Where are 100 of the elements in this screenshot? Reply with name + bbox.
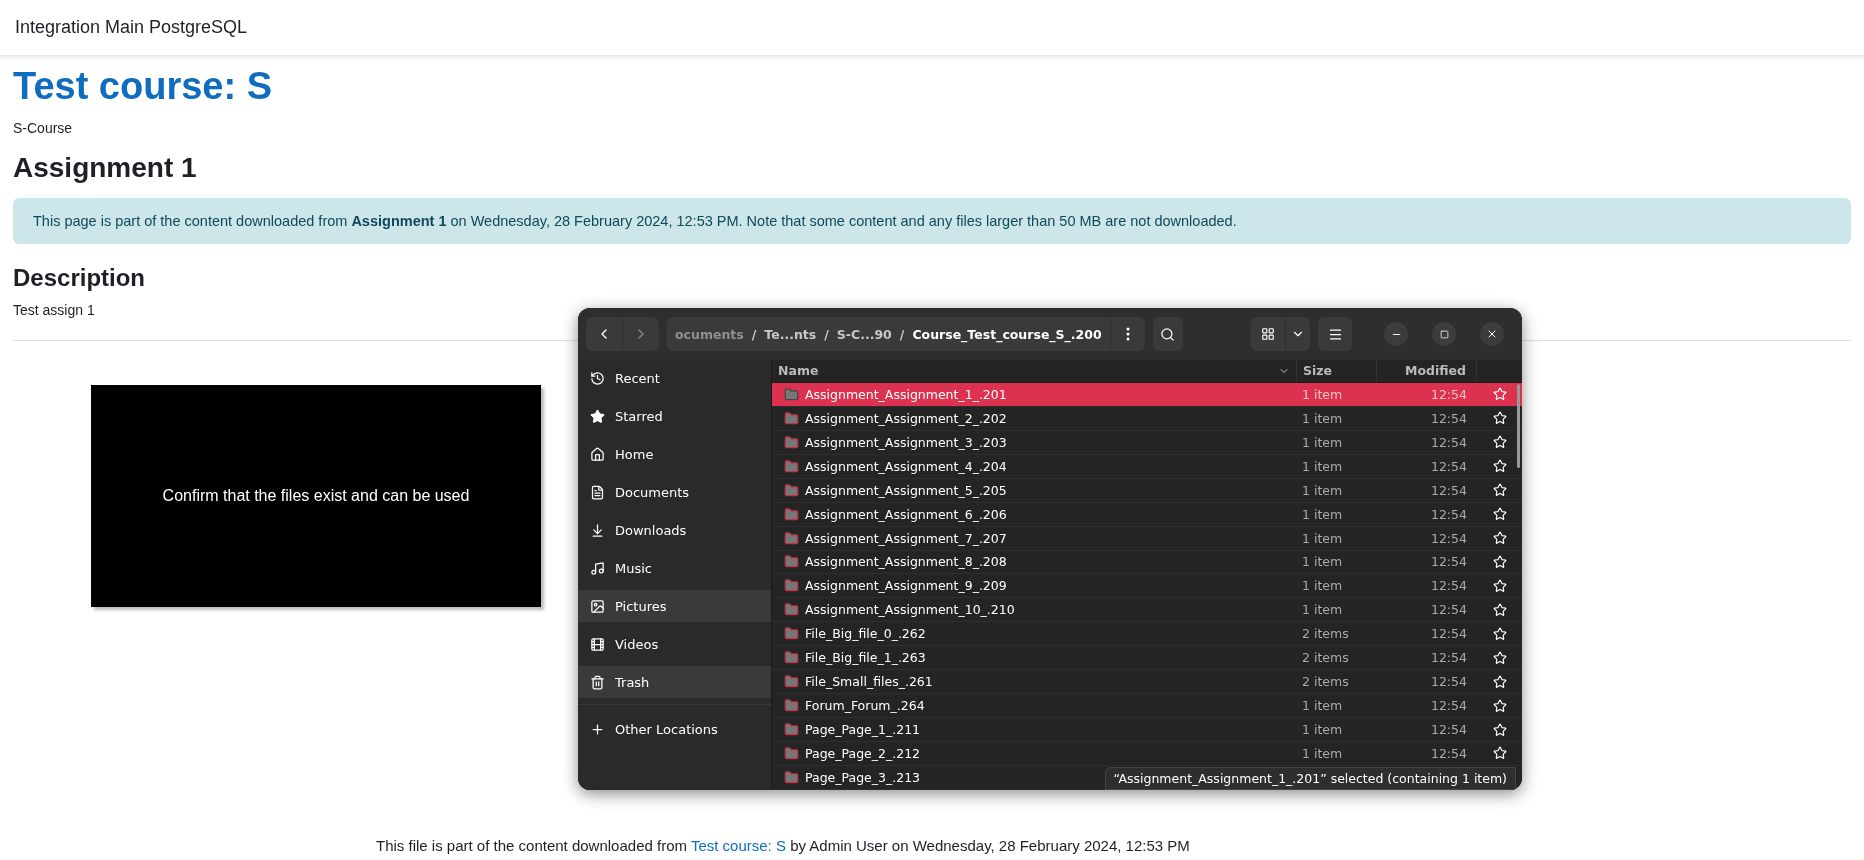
path-crumb[interactable]: S-C...90 bbox=[836, 326, 892, 342]
folder-icon bbox=[784, 650, 799, 666]
star-icon[interactable] bbox=[1492, 435, 1507, 450]
file-size: 1 item bbox=[1301, 602, 1344, 618]
file-row[interactable]: File_Big_file_1_.263 2 items 12:54 bbox=[772, 646, 1522, 671]
star-icon[interactable] bbox=[1492, 483, 1507, 498]
star-icon[interactable] bbox=[1492, 411, 1507, 426]
folder-icon bbox=[784, 698, 799, 714]
course-link[interactable]: Test course: S bbox=[690, 837, 786, 854]
back-button[interactable] bbox=[586, 317, 622, 351]
trash-icon bbox=[590, 674, 605, 690]
file-name: Assignment_Assignment_2_.202 bbox=[805, 410, 1007, 426]
star-icon[interactable] bbox=[1492, 722, 1507, 737]
folder-icon bbox=[784, 506, 799, 522]
file-modified: 12:54 bbox=[1429, 698, 1468, 714]
star-icon[interactable] bbox=[1492, 531, 1507, 546]
search-button[interactable] bbox=[1152, 317, 1183, 351]
file-name: Assignment_Assignment_7_.207 bbox=[805, 530, 1007, 546]
file-row[interactable]: Assignment_Assignment_6_.206 1 item 12:54 bbox=[772, 502, 1522, 527]
star-icon[interactable] bbox=[1492, 650, 1507, 665]
star-icon[interactable] bbox=[1492, 555, 1507, 569]
grid-icon bbox=[1261, 327, 1275, 341]
file-modified: 12:54 bbox=[1429, 530, 1468, 546]
file-row[interactable]: File_Small_files_.261 2 items 12:54 bbox=[772, 670, 1522, 695]
file-size: 2 items bbox=[1301, 626, 1350, 642]
file-row[interactable]: Assignment_Assignment_1_.201 1 item 12:54 bbox=[772, 382, 1522, 407]
path-current[interactable]: Course_Test_course_S_.200 bbox=[912, 326, 1102, 342]
clock-icon bbox=[590, 370, 605, 386]
file-row[interactable]: Assignment_Assignment_10_.210 1 item 12:54 bbox=[772, 598, 1522, 623]
star-icon[interactable] bbox=[1492, 507, 1507, 522]
path-separator: / bbox=[824, 326, 829, 342]
main-menu-button[interactable] bbox=[1318, 317, 1352, 351]
file-size: 1 item bbox=[1301, 434, 1344, 450]
document-icon bbox=[590, 484, 605, 500]
folder-icon bbox=[784, 674, 799, 690]
file-row[interactable]: Assignment_Assignment_7_.207 1 item 12:54 bbox=[772, 526, 1522, 551]
file-row[interactable]: Page_Page_2_.212 1 item 12:54 bbox=[772, 742, 1522, 766]
file-row[interactable]: Assignment_Assignment_9_.209 1 item 12:54 bbox=[772, 574, 1522, 599]
path-separator: / bbox=[751, 326, 757, 342]
file-row[interactable]: Assignment_Assignment_4_.204 1 item 12:54 bbox=[772, 454, 1522, 479]
file-modified: 12:54 bbox=[1429, 554, 1468, 570]
file-name: Assignment_Assignment_8_.208 bbox=[805, 554, 1007, 570]
file-row[interactable]: Assignment_Assignment_2_.202 1 item 12:54 bbox=[772, 406, 1522, 431]
file-name: Page_Page_1_.211 bbox=[805, 722, 921, 738]
path-menu-button[interactable] bbox=[1110, 317, 1145, 351]
plus-icon bbox=[590, 721, 605, 737]
close-button[interactable] bbox=[1480, 322, 1504, 346]
file-modified: 12:54 bbox=[1429, 506, 1468, 522]
star-icon[interactable] bbox=[1492, 602, 1507, 617]
view-button[interactable] bbox=[1251, 317, 1285, 351]
file-row[interactable]: Assignment_Assignment_3_.203 1 item 12:54 bbox=[772, 430, 1522, 455]
folder-icon bbox=[784, 434, 799, 450]
folder-icon bbox=[784, 769, 799, 785]
path-crumb[interactable]: ocuments bbox=[675, 326, 744, 342]
file-size: 1 item bbox=[1301, 506, 1344, 522]
file-name: Assignment_Assignment_6_.206 bbox=[805, 506, 1007, 522]
site-title: Integration Main PostgreSQL bbox=[15, 17, 248, 38]
course-subtitle: S-Course bbox=[13, 120, 74, 136]
star-icon bbox=[590, 408, 605, 424]
name-column-header[interactable]: Name bbox=[772, 360, 1297, 382]
file-row[interactable]: Assignment_Assignment_5_.205 1 item 12:54 bbox=[772, 478, 1522, 503]
star-icon[interactable] bbox=[1492, 387, 1507, 402]
film-icon bbox=[590, 636, 605, 652]
file-modified: 12:54 bbox=[1429, 602, 1468, 618]
file-name: File_Big_file_0_.262 bbox=[805, 626, 926, 642]
folder-icon bbox=[784, 554, 799, 570]
file-name: Assignment_Assignment_9_.209 bbox=[805, 578, 1007, 594]
star-icon[interactable] bbox=[1492, 674, 1507, 689]
file-name: Assignment_Assignment_10_.210 bbox=[805, 602, 1015, 618]
sidebar-item[interactable]: Pictures bbox=[578, 590, 771, 622]
file-size: 1 item bbox=[1301, 554, 1344, 570]
star-icon[interactable] bbox=[1492, 746, 1507, 761]
file-row[interactable]: File_Big_file_0_.262 2 items 12:54 bbox=[772, 622, 1522, 647]
image-icon bbox=[590, 598, 605, 614]
download-icon bbox=[590, 522, 605, 538]
path-crumb[interactable]: Te...nts bbox=[764, 326, 817, 342]
file-modified: 12:54 bbox=[1429, 482, 1468, 498]
file-size: 1 item bbox=[1301, 410, 1344, 426]
file-row[interactable]: Forum_Forum_.264 1 item 12:54 bbox=[772, 694, 1522, 719]
maximize-button[interactable] bbox=[1432, 322, 1456, 346]
star-icon[interactable] bbox=[1492, 578, 1507, 593]
star-icon[interactable] bbox=[1492, 626, 1507, 641]
file-size: 1 item bbox=[1301, 386, 1344, 402]
course-title: Test course: S bbox=[13, 65, 274, 108]
file-size: 1 item bbox=[1301, 458, 1344, 474]
file-modified: 12:54 bbox=[1429, 458, 1468, 474]
sidebar-item[interactable]: Trash bbox=[578, 666, 771, 698]
file-modified: 12:54 bbox=[1429, 650, 1468, 666]
maximize-icon bbox=[1439, 329, 1449, 339]
path-separator: / bbox=[899, 326, 905, 342]
star-icon[interactable] bbox=[1492, 459, 1507, 474]
modified-column-header[interactable]: Modified bbox=[1377, 360, 1477, 382]
file-name: Page_Page_3_.213 bbox=[805, 769, 921, 785]
file-size: 1 item bbox=[1301, 578, 1344, 594]
file-modified: 12:54 bbox=[1429, 410, 1468, 426]
file-row[interactable]: Assignment_Assignment_8_.208 1 item 12:54 bbox=[772, 550, 1522, 575]
file-modified: 12:54 bbox=[1429, 434, 1468, 450]
size-column-header[interactable]: Size bbox=[1297, 360, 1377, 382]
file-row[interactable]: Page_Page_1_.211 1 item 12:54 bbox=[772, 718, 1522, 742]
star-icon[interactable] bbox=[1492, 698, 1507, 713]
